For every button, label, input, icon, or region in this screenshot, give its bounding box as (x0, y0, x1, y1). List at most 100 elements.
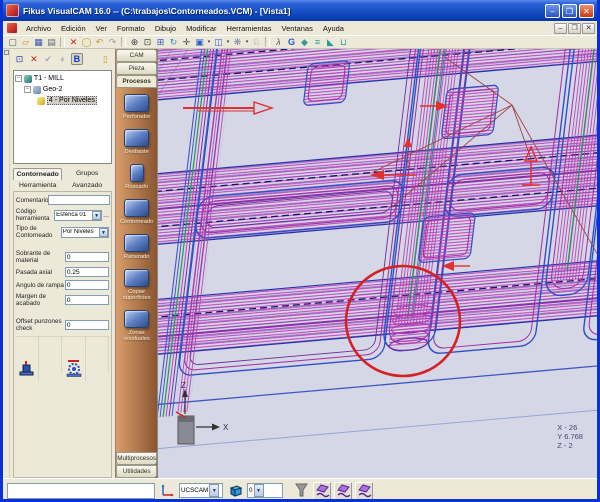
delete-operation-icon[interactable]: ✕ (28, 54, 39, 65)
menu-ver[interactable]: Ver (91, 22, 112, 35)
menu-ayuda[interactable]: Ayuda (318, 22, 349, 35)
tab-multiprocesos[interactable]: Multiprocesos (116, 452, 157, 465)
margen-acabado-field[interactable] (65, 295, 109, 305)
print-icon[interactable]: ▤ (45, 36, 58, 48)
clamp-tool-icon[interactable]: ⊔ (337, 36, 350, 48)
panel-collapse-icon[interactable] (4, 50, 9, 55)
process-contorneado[interactable]: Contorneado (116, 199, 157, 225)
chevron-down-icon[interactable]: ▼ (254, 484, 264, 497)
filter-icon[interactable] (292, 482, 310, 500)
menu-archivo[interactable]: Archivo (21, 22, 56, 35)
collapse-icon[interactable]: − (24, 86, 31, 93)
menu-formato[interactable]: Formato (112, 22, 150, 35)
render-icon[interactable]: ❋ (231, 36, 244, 48)
tab-contorneado[interactable]: Contorneado (13, 168, 63, 180)
zoom-fit-icon[interactable]: ⊞ (154, 36, 167, 48)
tab-utilidades[interactable]: Utilidades (116, 465, 157, 478)
simulate-icon[interactable]: ⊡ (14, 54, 25, 65)
process-zonas-residuales[interactable]: Zonas residuales (116, 310, 157, 342)
menu-herramientas[interactable]: Herramientas (222, 22, 277, 35)
offset-punzones-field[interactable] (65, 320, 109, 330)
section-tool-icon[interactable]: ≡ (311, 36, 324, 48)
child-minimize-button[interactable]: – (554, 23, 567, 34)
pan-icon[interactable]: ✛ (180, 36, 193, 48)
chevron-down-icon[interactable]: ▼ (92, 211, 101, 220)
solid-tool-icon[interactable]: ◆ (298, 36, 311, 48)
surface-display-button-2[interactable] (334, 482, 352, 500)
menu-modificar[interactable]: Modificar (181, 22, 221, 35)
surface-display-button-3[interactable] (355, 482, 373, 500)
machining-params-button[interactable] (62, 355, 85, 381)
select-geometry-icon[interactable]: ◯ (80, 36, 93, 48)
tab-cam[interactable]: CAM (116, 49, 157, 62)
level-select[interactable]: 0 ▼ (247, 483, 283, 498)
panel-grip[interactable] (3, 49, 10, 478)
tab-herramienta[interactable]: Herramienta (13, 180, 63, 191)
menu-edicion[interactable]: Edición (56, 22, 91, 35)
calculate-icon[interactable]: B (71, 53, 83, 65)
menu-ventanas[interactable]: Ventanas (277, 22, 318, 35)
minimize-button[interactable]: – (545, 4, 560, 18)
zoom-window-icon[interactable]: ⊡ (141, 36, 154, 48)
rest-machining-icon (124, 310, 149, 328)
redo-icon[interactable]: ↷ (106, 36, 119, 48)
threading-icon (130, 164, 144, 182)
sobrante-material-field[interactable] (65, 252, 109, 262)
tab-grupos[interactable]: Grupos (62, 168, 112, 180)
tree-item-geo-2[interactable]: − Geo-2 (15, 84, 110, 95)
delete-icon[interactable]: ✕ (67, 36, 80, 48)
cam-panel: ⊡ ✕ ✔ ♦ B ▯ − T1 - MILL − Geo-2 (10, 49, 115, 478)
cursor-coordinates: X - 26 Y 6.768 Z - 2 (557, 423, 583, 450)
graphics-viewport[interactable]: Z X X - 26 Y 6.768 Z - 2 (157, 49, 597, 478)
save-icon[interactable]: ▦ (32, 36, 45, 48)
corner-tool-icon[interactable]: ◣ (324, 36, 337, 48)
menu-dibujo[interactable]: Dibujo (150, 22, 181, 35)
comentario-field[interactable] (48, 195, 110, 205)
process-perforador[interactable]: Perforador (116, 94, 157, 120)
command-input[interactable] (7, 483, 155, 499)
curve-tool-icon[interactable]: λ (272, 36, 285, 48)
open-icon[interactable]: ▱ (19, 36, 32, 48)
chevron-down-icon[interactable]: ▼ (99, 228, 108, 237)
document-icon[interactable] (7, 23, 17, 33)
layer-cube-icon[interactable] (226, 482, 244, 500)
tree-item-por-niveles[interactable]: 4 - Por Niveles (15, 95, 110, 106)
maximize-button[interactable]: ❒ (562, 4, 577, 18)
new-icon[interactable]: ▢ (6, 36, 19, 48)
optimize-icon[interactable]: ♦ (57, 54, 68, 64)
ucs-axis-icon[interactable] (158, 482, 176, 500)
material-icon[interactable]: ♘ (250, 36, 263, 48)
more-tools-button[interactable]: ... (103, 212, 109, 219)
tab-pieza[interactable]: Pieza (116, 62, 157, 75)
x-axis-label: X (223, 423, 229, 432)
process-ranurado[interactable]: Ranurado (116, 234, 157, 260)
cad-canvas[interactable]: Z X (158, 49, 597, 478)
tab-procesos[interactable]: Procesos (116, 75, 157, 88)
process-desbaste[interactable]: Desbaste (116, 129, 157, 155)
undo-icon[interactable]: ↶ (93, 36, 106, 48)
rotate-view-icon[interactable]: ↻ (167, 36, 180, 48)
child-restore-button[interactable]: ❒ (568, 23, 581, 34)
zoom-in-icon[interactable]: ⊕ (128, 36, 141, 48)
tipo-contorneado-select[interactable]: Por Niveles ▼ (61, 227, 109, 238)
tab-avanzado[interactable]: Avanzado (62, 180, 112, 191)
child-close-button[interactable]: ✕ (582, 23, 595, 34)
surface-display-button-1[interactable] (313, 482, 331, 500)
postprocess-icon[interactable]: ▯ (100, 54, 111, 65)
close-button[interactable]: ✕ (579, 4, 594, 18)
x-axis-arrow-icon (212, 424, 220, 431)
collapse-icon[interactable]: − (15, 75, 22, 82)
view-iso-icon[interactable]: ◫ (212, 36, 225, 48)
verify-icon[interactable]: ✔ (43, 54, 54, 65)
angulo-rampa-field[interactable] (65, 280, 109, 290)
ucs-select[interactable]: UCSCAM ▼ (179, 483, 223, 498)
chevron-down-icon[interactable]: ▼ (209, 484, 219, 497)
codigo-herramienta-select[interactable]: Esférica 01 ▼ (54, 210, 102, 221)
pasada-axial-field[interactable] (65, 267, 109, 277)
view-standard-icon[interactable]: ▣ (193, 36, 206, 48)
tree-item-t1-mill[interactable]: − T1 - MILL (15, 73, 110, 84)
process-copiar-superficies[interactable]: Copiar superficies (116, 269, 157, 301)
plane-tool-icon[interactable]: G (285, 36, 298, 48)
tool-setup-button[interactable] (16, 355, 39, 381)
process-roscado[interactable]: Roscado (116, 164, 157, 190)
